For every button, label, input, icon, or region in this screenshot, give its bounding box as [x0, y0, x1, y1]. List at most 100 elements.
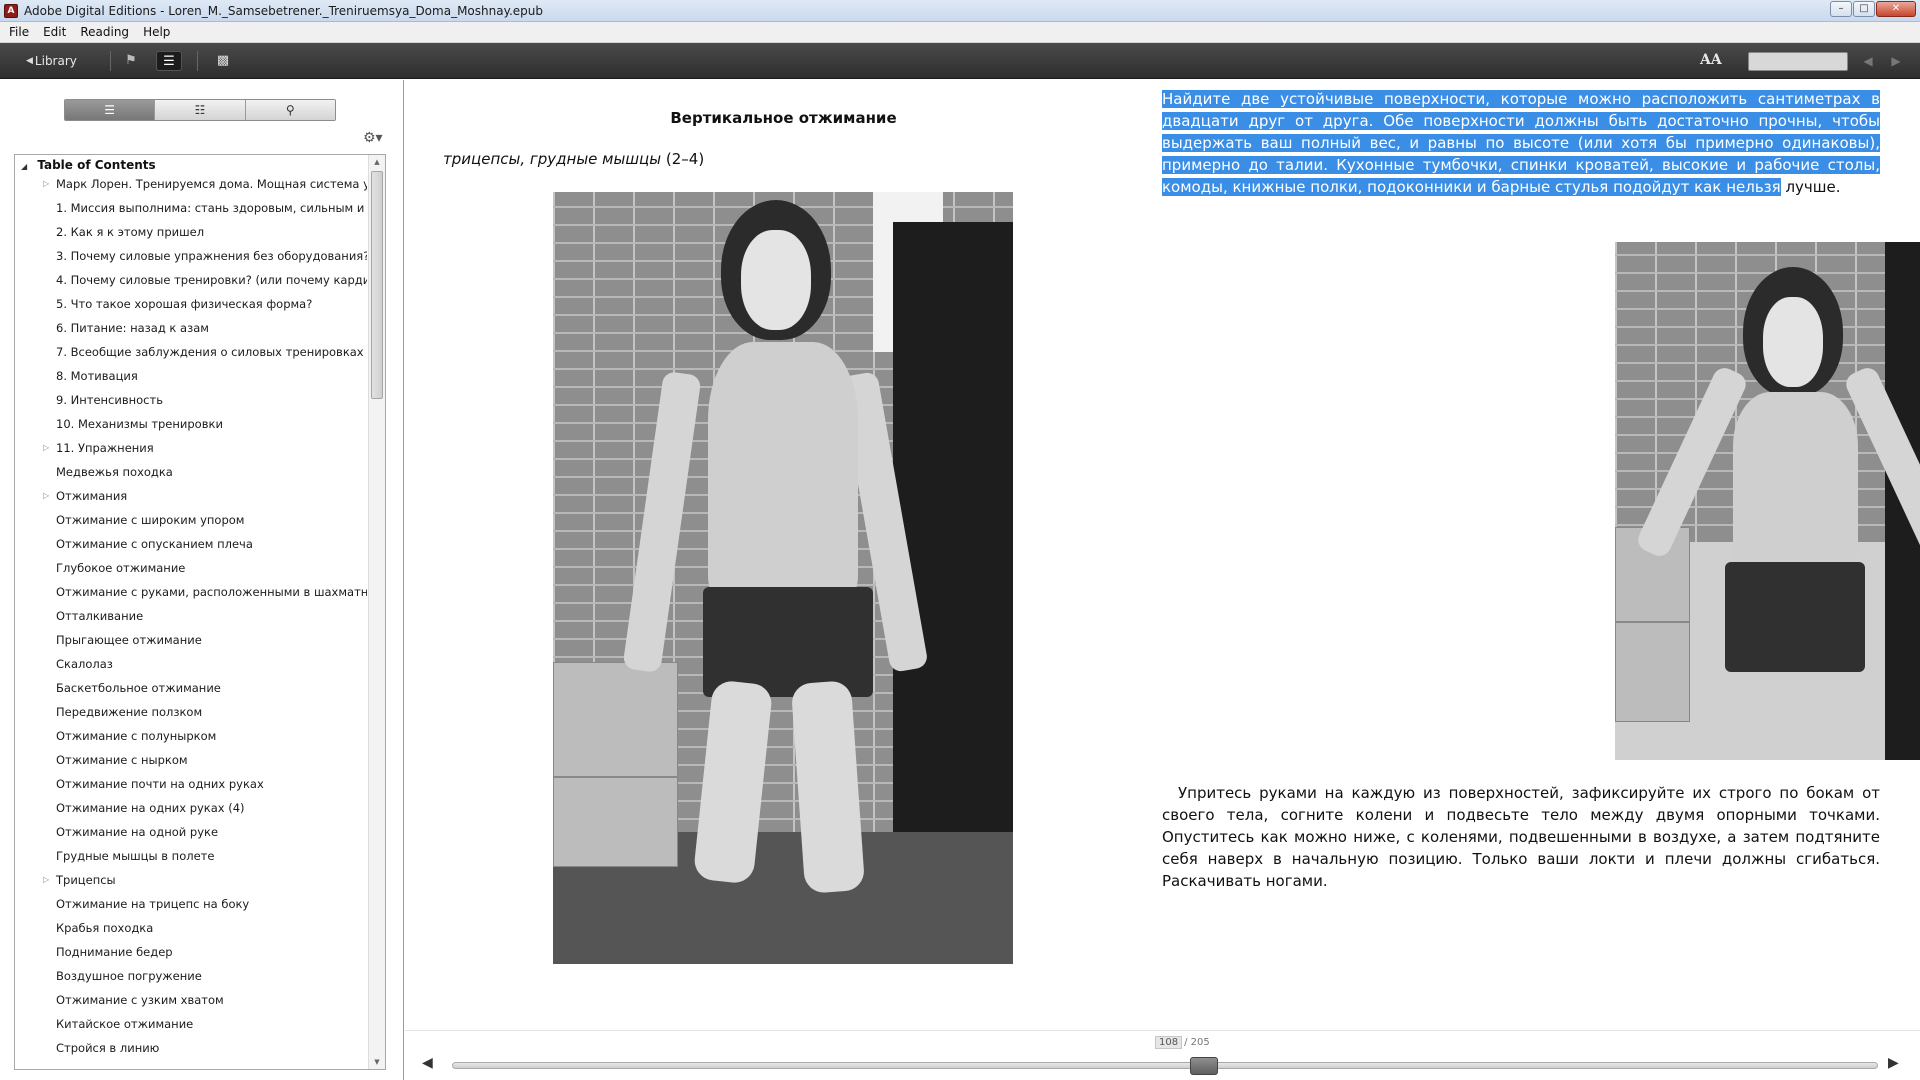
close-button[interactable]: ✕ — [1876, 1, 1916, 17]
toc-item[interactable]: 6. Питание: назад к азам — [15, 316, 367, 340]
toc-item[interactable]: Отталкивание — [15, 604, 367, 628]
toc-item[interactable]: ▷ 11. Упражнения — [15, 436, 367, 460]
toc-list-icon[interactable]: ☰ — [156, 51, 182, 71]
section-title: Вертикальное отжимание — [670, 109, 897, 127]
chart-add-icon[interactable]: ▩ — [210, 51, 236, 71]
toc-item[interactable]: Отжимание почти на одних руках — [15, 772, 367, 796]
toc-item[interactable]: Китайское отжимание — [15, 1012, 367, 1036]
menu-edit[interactable]: Edit — [36, 25, 73, 39]
toc-item[interactable]: Грудные мышцы в полете — [15, 844, 367, 868]
toc-item-label: Глубокое отжимание — [56, 561, 186, 575]
toc-item-label: Баскетбольное отжимание — [56, 681, 221, 695]
expand-triangle-icon[interactable]: ▷ — [43, 436, 49, 460]
toc-item[interactable]: 5. Что такое хорошая физическая форма? — [15, 292, 367, 316]
window-title: Adobe Digital Editions - Loren_M._Samseb… — [24, 3, 544, 18]
search-icon[interactable]: ⚲ — [245, 100, 335, 120]
next-page-icon[interactable]: ▶ — [1888, 52, 1904, 70]
toc-item[interactable]: 7. Всеобщие заблуждения о силовых тренир… — [15, 340, 367, 364]
maximize-button[interactable]: □ — [1853, 1, 1875, 17]
toc-item[interactable]: 9. Интенсивность — [15, 388, 367, 412]
toc-item[interactable]: 1. Миссия выполнима: стань здоровым, сил… — [15, 196, 367, 220]
toolbar-separator — [197, 51, 198, 71]
toc-item-label: Отжимания — [56, 489, 128, 503]
toc-item[interactable]: Отжимание с опусканием плеча — [15, 532, 367, 556]
toc-header[interactable]: ◢ Table of Contents — [21, 157, 156, 173]
page-slider-track[interactable] — [452, 1062, 1878, 1069]
font-size-icon[interactable]: AA — [1700, 52, 1722, 68]
minimize-button[interactable]: – — [1830, 1, 1852, 17]
selected-text[interactable]: Найдите две устойчивые поверхности, кото… — [1162, 90, 1880, 196]
toc-item[interactable]: 10. Механизмы тренировки — [15, 412, 367, 436]
toc-item[interactable]: ▷ Марк Лорен. Тренируемся дома. Мощная си… — [15, 172, 367, 196]
toc-item-label: 8. Мотивация — [56, 369, 138, 383]
toc-item[interactable]: 3. Почему силовые упражнения без оборудо… — [15, 244, 367, 268]
toc-item[interactable]: Крабья походка — [15, 916, 367, 940]
toc-item-label: Отжимание с узким хватом — [56, 993, 224, 1007]
gear-icon[interactable]: ⚙▾ — [363, 130, 383, 146]
collapse-triangle-icon[interactable]: ◢ — [21, 162, 27, 171]
toc-item[interactable]: Отжимание с руками, расположенными в шах… — [15, 580, 367, 604]
expand-triangle-icon[interactable]: ▷ — [43, 484, 49, 508]
toc-item-label: 3. Почему силовые упражнения без оборудо… — [56, 249, 367, 263]
toc-item[interactable]: Отжимание на одних руках (4) — [15, 796, 367, 820]
toc-item[interactable]: Передвижение ползком — [15, 700, 367, 724]
toc-item[interactable]: Глубокое отжимание — [15, 556, 367, 580]
person-face — [741, 230, 811, 330]
toc-item[interactable]: 2. Как я к этому пришел — [15, 220, 367, 244]
page-search-input[interactable] — [1748, 52, 1848, 71]
toc-item[interactable]: Отжимание с полунырком — [15, 724, 367, 748]
next-page-arrow-icon[interactable]: ▶ — [1888, 1055, 1899, 1071]
toc-item-label: Отжимание почти на одних руках — [56, 777, 264, 791]
person-torso — [708, 342, 858, 602]
toc-item[interactable]: ▷ Отжимания — [15, 484, 367, 508]
expand-triangle-icon[interactable]: ▷ — [43, 868, 49, 892]
menu-help[interactable]: Help — [136, 25, 177, 39]
toc-item[interactable]: Отжимание на трицепс на боку — [15, 892, 367, 916]
scroll-up-icon[interactable]: ▲ — [369, 155, 385, 169]
toc-item[interactable]: Баскетбольное отжимание — [15, 676, 367, 700]
prev-page-icon[interactable]: ◀ — [1860, 52, 1876, 70]
toc-item[interactable]: 4. Почему силовые тренировки? (или почем… — [15, 268, 367, 292]
panel-view-toggle: ☰ ☷ ⚲ — [64, 99, 336, 121]
page-slider-thumb[interactable] — [1189, 1057, 1218, 1075]
cardboard-box — [553, 777, 678, 867]
toc-item[interactable]: Прыгающее отжимание — [15, 628, 367, 652]
bookmark-icon[interactable]: ⚑ — [118, 51, 144, 71]
toc-item[interactable]: Отжимание с узким хватом — [15, 988, 367, 1012]
toc-scrollbar[interactable]: ▲ ▼ — [368, 155, 385, 1069]
toc-item[interactable]: Отжимание с нырком — [15, 748, 367, 772]
library-button[interactable]: ◀ Library — [26, 52, 77, 70]
toc-item-label: 5. Что такое хорошая физическая форма? — [56, 297, 313, 311]
reading-area: Вертикальное отжимание трицепсы, грудные… — [405, 80, 1920, 1030]
menu-reading[interactable]: Reading — [73, 25, 136, 39]
toc-item-label: Отталкивание — [56, 609, 144, 623]
current-page-number[interactable]: 108 — [1155, 1036, 1183, 1049]
scroll-down-icon[interactable]: ▼ — [369, 1055, 385, 1069]
toc-item[interactable]: ▷ Трицепсы — [15, 868, 367, 892]
toc-view-icon[interactable]: ☰ — [65, 100, 156, 120]
toc-item[interactable]: Медвежья походка — [15, 460, 367, 484]
toc-item[interactable]: Поднимание бедер — [15, 940, 367, 964]
expand-triangle-icon[interactable]: ▷ — [43, 172, 49, 196]
toc-item[interactable]: Отжимание с широким упором — [15, 508, 367, 532]
toc-item-label: 9. Интенсивность — [56, 393, 163, 407]
prev-page-arrow-icon[interactable]: ◀ — [422, 1055, 433, 1071]
instruction-paragraph-1[interactable]: Найдите две устойчивые поверхности, кото… — [1162, 88, 1880, 198]
toc-item-label: Прыгающее отжимание — [56, 633, 202, 647]
instruction-paragraph-2[interactable]: Упритесь руками на каждую из поверхносте… — [1162, 782, 1880, 892]
toc-item[interactable]: 8. Мотивация — [15, 364, 367, 388]
scroll-thumb[interactable] — [371, 171, 383, 399]
toc-item-label: 11. Упражнения — [56, 441, 154, 455]
toolbar: ◀ Library ⚑ ☰ ▩ AA ◀ ▶ — [0, 43, 1920, 79]
toc-item-label: 1. Миссия выполнима: стань здоровым, сил… — [56, 201, 367, 215]
toc-item[interactable]: Отжимание на одной руке — [15, 820, 367, 844]
toc-item[interactable]: Скалолаз — [15, 652, 367, 676]
menu-file[interactable]: File — [2, 25, 36, 39]
toc-item-label: Грудные мышцы в полете — [56, 849, 215, 863]
bookmarks-view-icon[interactable]: ☷ — [155, 100, 246, 120]
toc-item[interactable]: Воздушное погружение — [15, 964, 367, 988]
exercise-photo-end — [1615, 242, 1920, 760]
right-page: Найдите две устойчивые поверхности, кото… — [1162, 80, 1920, 1030]
toc-item-label: Скалолаз — [56, 657, 113, 671]
toc-item[interactable]: Стройся в линию — [15, 1036, 367, 1060]
